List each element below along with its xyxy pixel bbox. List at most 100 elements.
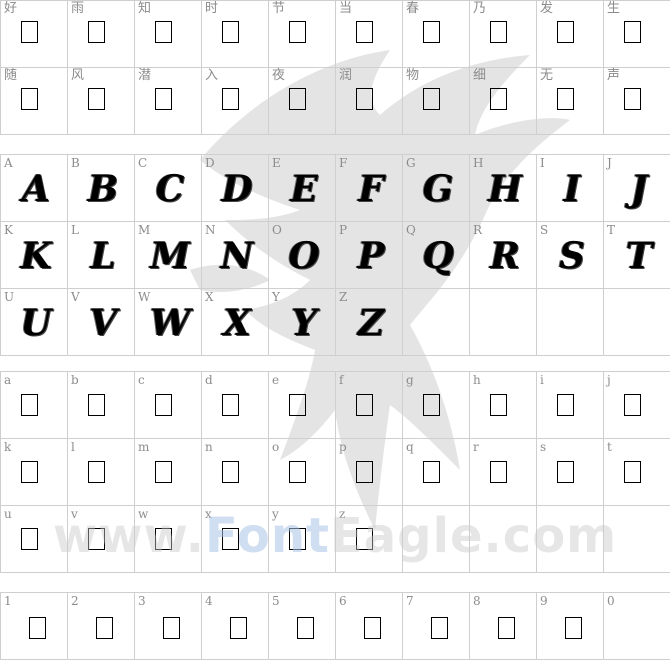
cell-label: 知 <box>138 1 152 16</box>
cell-label: 无 <box>540 68 554 83</box>
cell-label: 好 <box>4 1 18 16</box>
glyph-cell: 时 <box>202 1 269 68</box>
glyph-cell: o <box>269 439 336 506</box>
missing-glyph-box-icon <box>88 88 105 110</box>
missing-glyph-box-icon <box>289 88 306 110</box>
glyph-cell: k <box>1 439 68 506</box>
cell-label: s <box>540 440 547 454</box>
glyph-cell: SS <box>537 222 604 289</box>
empty-cell <box>470 289 537 356</box>
cell-label: c <box>138 373 145 387</box>
missing-glyph-box-icon <box>222 88 239 110</box>
glyph-cell: g <box>403 372 470 439</box>
glyph-cell: BB <box>68 155 135 222</box>
glyph-cell: c <box>135 372 202 439</box>
decorative-glyph: U <box>20 302 52 344</box>
decorative-glyph: M <box>150 235 190 277</box>
glyph-cell: 好 <box>1 1 68 68</box>
cell-label: 细 <box>473 68 487 83</box>
cell-label: g <box>406 373 414 387</box>
decorative-glyph: K <box>20 235 52 277</box>
glyph-cell: 7 <box>403 593 470 660</box>
missing-glyph-box-icon <box>490 461 507 483</box>
missing-glyph-box-icon <box>155 88 172 110</box>
cell-label: b <box>71 373 79 387</box>
glyph-cell: j <box>604 372 670 439</box>
empty-cell <box>537 506 604 573</box>
decorative-glyph: V <box>89 302 117 344</box>
cell-label: n <box>205 440 213 454</box>
glyph-cell: p <box>336 439 403 506</box>
missing-glyph-box-icon <box>230 617 247 639</box>
missing-glyph-box-icon <box>423 21 440 43</box>
glyph-cell: TT <box>604 222 670 289</box>
uppercase-grid: AABBCCDDEEFFGGHHIIJJKKLLMMNNOOPPQQRRSSTT… <box>0 154 670 356</box>
cell-label: 发 <box>540 1 554 16</box>
cell-label: k <box>4 440 12 454</box>
missing-glyph-box-icon <box>624 88 641 110</box>
cell-label: 5 <box>272 594 280 608</box>
glyph-cell: JJ <box>604 155 670 222</box>
missing-glyph-box-icon <box>155 528 172 550</box>
empty-cell <box>604 506 670 573</box>
cell-label: a <box>4 373 12 387</box>
glyph-cell: 6 <box>336 593 403 660</box>
glyph-cell: OO <box>269 222 336 289</box>
missing-glyph-box-icon <box>356 528 373 550</box>
missing-glyph-box-icon <box>557 88 574 110</box>
glyph-cell: t <box>604 439 670 506</box>
decorative-glyph: B <box>87 168 119 210</box>
glyph-cell: 4 <box>202 593 269 660</box>
glyph-cell: YY <box>269 289 336 356</box>
cell-label: m <box>138 440 150 454</box>
glyph-cell: 乃 <box>470 1 537 68</box>
glyph-cell: 润 <box>336 68 403 135</box>
cell-label: 物 <box>406 68 420 83</box>
decorative-glyph: N <box>220 235 254 277</box>
missing-glyph-box-icon <box>423 461 440 483</box>
glyph-cell: 节 <box>269 1 336 68</box>
decorative-glyph: W <box>149 302 191 344</box>
glyph-cell: QQ <box>403 222 470 289</box>
missing-glyph-box-icon <box>88 528 105 550</box>
cell-label: 入 <box>205 68 219 83</box>
cell-label: 时 <box>205 1 219 16</box>
glyph-cell: AA <box>1 155 68 222</box>
cell-label: 雨 <box>71 1 85 16</box>
decorative-glyph: E <box>290 168 318 210</box>
missing-glyph-box-icon <box>222 21 239 43</box>
glyph-cell: d <box>202 372 269 439</box>
cell-label: i <box>540 373 544 387</box>
cjk-grid: 好 雨 知 时 节 当 春 乃 发 生随 风 潜 入 夜 润 物 细 无 声 <box>0 0 670 135</box>
cell-label: 润 <box>339 68 353 83</box>
cell-label: 7 <box>406 594 414 608</box>
glyph-cell: 8 <box>470 593 537 660</box>
decorative-glyph: R <box>490 235 520 277</box>
glyph-cell: VV <box>68 289 135 356</box>
decorative-glyph: P <box>357 235 385 277</box>
glyph-cell: s <box>537 439 604 506</box>
glyph-cell: EE <box>269 155 336 222</box>
missing-glyph-box-icon <box>155 21 172 43</box>
missing-glyph-box-icon <box>21 461 38 483</box>
cell-label: 乃 <box>473 1 487 16</box>
cell-label: x <box>205 507 212 521</box>
glyph-cell: HH <box>470 155 537 222</box>
glyph-cell: e <box>269 372 336 439</box>
cell-label: u <box>4 507 12 521</box>
glyph-cell: 当 <box>336 1 403 68</box>
decorative-glyph: A <box>22 168 50 210</box>
cell-label: 声 <box>607 68 621 83</box>
glyph-cell: u <box>1 506 68 573</box>
glyph-cell: GG <box>403 155 470 222</box>
cell-label: 3 <box>138 594 146 608</box>
missing-glyph-box-icon <box>490 88 507 110</box>
decorative-glyph: Y <box>291 302 317 344</box>
missing-glyph-box-icon <box>88 394 105 416</box>
cell-label: q <box>406 440 414 454</box>
glyph-cell: z <box>336 506 403 573</box>
glyph-cell: 细 <box>470 68 537 135</box>
cell-label: 潜 <box>138 68 152 83</box>
glyph-cell: q <box>403 439 470 506</box>
glyph-cell: 生 <box>604 1 670 68</box>
